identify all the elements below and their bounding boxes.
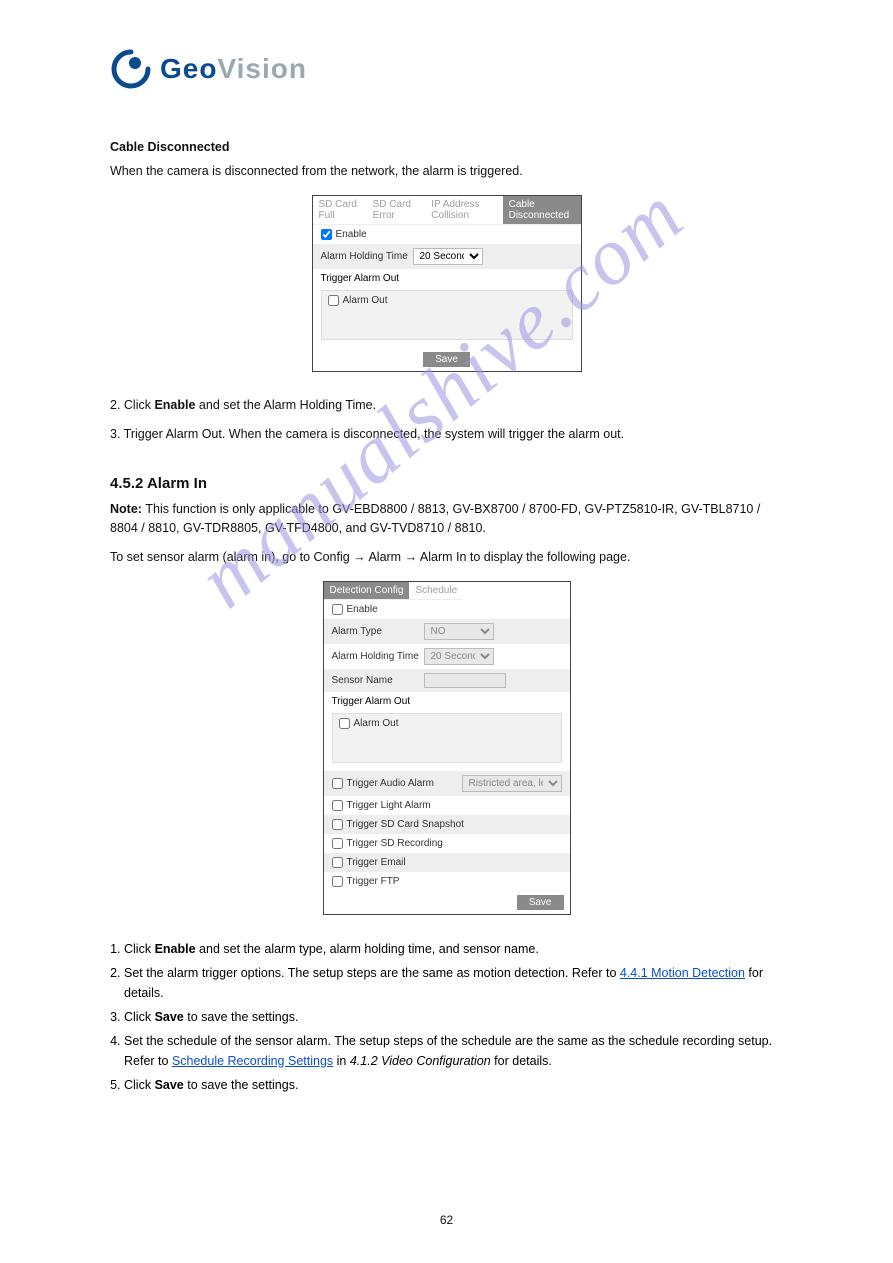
enable-label-2: Enable: [347, 604, 378, 615]
enable-checkbox-2[interactable]: [332, 604, 343, 615]
tabs-alarm-in: Detection Config Schedule: [324, 582, 570, 600]
alarm-holding-row-2: Alarm Holding Time 20 Seconds: [324, 644, 570, 669]
sensor-name-row: Sensor Name: [324, 669, 570, 692]
enable-checkbox[interactable]: [321, 229, 332, 240]
step-3: Click Save to save the settings.: [124, 1007, 783, 1027]
enable-row: Enable: [313, 225, 581, 244]
step3: 3. Trigger Alarm Out. When the camera is…: [110, 425, 783, 444]
trigger-audio-select[interactable]: Ristricted area, leave as so: [462, 775, 562, 792]
alarm-holding-label: Alarm Holding Time: [321, 251, 413, 262]
trigger-sdsnap-checkbox[interactable]: [332, 819, 343, 830]
tab-sd-error[interactable]: SD Card Error: [367, 196, 426, 225]
tab-sd-full[interactable]: SD Card Full: [313, 196, 367, 225]
trigger-light-checkbox[interactable]: [332, 800, 343, 811]
save-bar: Save: [313, 348, 581, 371]
trigger-alarmout-label-2: Trigger Alarm Out: [332, 696, 411, 707]
section-452-intro: To set sensor alarm (alarm in), go to Co…: [110, 548, 783, 567]
trigger-alarmout-row-2: Trigger Alarm Out: [324, 692, 570, 711]
save-bar-2: Save: [324, 891, 570, 914]
tab-ip-collision[interactable]: IP Address Collision: [425, 196, 502, 225]
alarm-type-label: Alarm Type: [332, 626, 424, 637]
logo-icon: [110, 48, 152, 90]
sensor-name-input[interactable]: [424, 673, 506, 688]
save-button-2[interactable]: Save: [517, 895, 564, 910]
trigger-email-row: Trigger Email: [324, 853, 570, 872]
alarm-holding-row: Alarm Holding Time 20 Seconds: [313, 244, 581, 269]
tab-schedule[interactable]: Schedule: [409, 582, 463, 600]
enable-row-2: Enable: [324, 600, 570, 619]
logo-text: GeoVision: [160, 53, 307, 85]
tab-cable-disconnected[interactable]: Cable Disconnected: [503, 196, 581, 225]
step-2: Set the alarm trigger options. The setup…: [124, 963, 783, 1003]
trigger-email-checkbox[interactable]: [332, 857, 343, 868]
link-schedule-recording[interactable]: Schedule Recording Settings: [172, 1054, 333, 1068]
enable-label: Enable: [336, 229, 367, 240]
steps-list: Click Enable and set the alarm type, ala…: [124, 939, 783, 1095]
page-number: 62: [0, 1213, 893, 1227]
tab-detection-config[interactable]: Detection Config: [324, 582, 410, 600]
save-button[interactable]: Save: [423, 352, 470, 367]
alarm-holding-select[interactable]: 20 Seconds: [413, 248, 483, 265]
trigger-light-label: Trigger Light Alarm: [347, 800, 431, 811]
section-cable-head: Cable Disconnected: [110, 140, 783, 154]
logo: GeoVision: [110, 48, 783, 90]
section-452-title: 4.5.2 Alarm In: [110, 475, 783, 492]
alarmout-checkbox[interactable]: [328, 295, 339, 306]
tabs-exception: SD Card Full SD Card Error IP Address Co…: [313, 196, 581, 225]
trigger-sdrec-label: Trigger SD Recording: [347, 838, 443, 849]
trigger-sdsnap-row: Trigger SD Card Snapshot: [324, 815, 570, 834]
alarm-type-select[interactable]: NO: [424, 623, 494, 640]
trigger-sdsnap-label: Trigger SD Card Snapshot: [347, 819, 464, 830]
trigger-audio-row: Trigger Audio Alarm Ristricted area, lea…: [324, 771, 570, 796]
trigger-ftp-checkbox[interactable]: [332, 876, 343, 887]
trigger-alarmout-row: Trigger Alarm Out: [313, 269, 581, 288]
trigger-ftp-label: Trigger FTP: [347, 876, 400, 887]
alarm-type-row: Alarm Type NO: [324, 619, 570, 644]
alarmout-box: Alarm Out: [321, 290, 573, 340]
alarm-holding-select-2[interactable]: 20 Seconds: [424, 648, 494, 665]
panel-exception: SD Card Full SD Card Error IP Address Co…: [312, 195, 582, 372]
panel-alarm-in: Detection Config Schedule Enable Alarm T…: [323, 581, 571, 915]
step2: 2. Click Enable and set the Alarm Holdin…: [110, 396, 783, 415]
trigger-sdrec-row: Trigger SD Recording: [324, 834, 570, 853]
trigger-light-row: Trigger Light Alarm: [324, 796, 570, 815]
alarmout-box-2: Alarm Out: [332, 713, 562, 763]
step-1: Click Enable and set the alarm type, ala…: [124, 939, 783, 959]
link-motion-detection[interactable]: 4.4.1 Motion Detection: [620, 966, 745, 980]
section-452-note: Note: This function is only applicable t…: [110, 500, 783, 538]
trigger-audio-label: Trigger Audio Alarm: [347, 778, 434, 789]
step-5: Click Save to save the settings.: [124, 1075, 783, 1095]
alarmout-label: Alarm Out: [343, 295, 388, 306]
trigger-ftp-row: Trigger FTP: [324, 872, 570, 891]
alarmout-checkbox-2[interactable]: [339, 718, 350, 729]
alarmout-label-2: Alarm Out: [354, 718, 399, 729]
alarm-holding-label-2: Alarm Holding Time: [332, 651, 424, 662]
section-cable-body: When the camera is disconnected from the…: [110, 162, 783, 181]
trigger-email-label: Trigger Email: [347, 857, 406, 868]
trigger-sdrec-checkbox[interactable]: [332, 838, 343, 849]
step-4: Set the schedule of the sensor alarm. Th…: [124, 1031, 783, 1071]
trigger-alarmout-label: Trigger Alarm Out: [321, 273, 400, 284]
trigger-audio-checkbox[interactable]: [332, 778, 343, 789]
sensor-name-label: Sensor Name: [332, 675, 424, 686]
